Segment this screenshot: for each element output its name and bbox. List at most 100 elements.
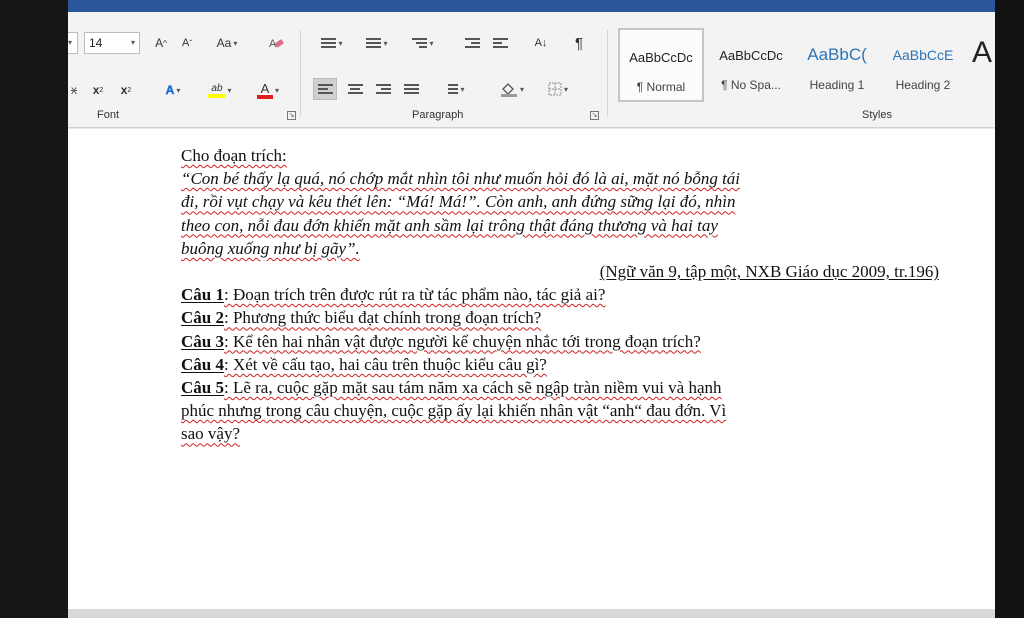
styles-group-label: Styles bbox=[862, 109, 892, 121]
borders-icon bbox=[548, 82, 562, 96]
question-label: Câu 2 bbox=[181, 308, 224, 328]
quote-text: theo con, nỗi đau đớn khiến mặt anh sầm … bbox=[181, 215, 718, 235]
bullets-icon bbox=[321, 36, 337, 50]
quote-text: đi, rồi vụt chạy và kêu thét lên: “Má! M… bbox=[181, 192, 736, 212]
style-heading-2[interactable]: AaBbCcE Heading 2 bbox=[880, 28, 966, 102]
group-separator bbox=[607, 30, 608, 116]
justify-button[interactable] bbox=[399, 78, 423, 100]
strikethrough-button[interactable]: x bbox=[68, 79, 80, 101]
font-color-button[interactable]: A ▾ bbox=[248, 79, 288, 101]
ribbon: ▾ 14 ▾ A ^ Aˇ Aa ▾ A x x 2 x 2 A ▾ ab ▾ … bbox=[68, 12, 995, 128]
align-right-icon bbox=[375, 82, 391, 96]
sort-button[interactable]: A↓ bbox=[530, 32, 552, 54]
source-citation: (Ngữ văn 9, tập một, NXB Giáo dục 2009, … bbox=[181, 260, 951, 283]
highlight-color-button[interactable]: ab ▾ bbox=[200, 79, 240, 101]
style-heading-1[interactable]: AaBbC( Heading 1 bbox=[794, 28, 880, 102]
style-name: ¶ No Spa... bbox=[721, 78, 781, 92]
align-right-button[interactable] bbox=[371, 78, 395, 100]
font-size-dropdown[interactable]: 14 ▾ bbox=[84, 32, 140, 54]
question-text: : Lẽ ra, cuộc gặp mặt sau tám năm xa các… bbox=[223, 378, 722, 398]
align-center-button[interactable] bbox=[343, 78, 367, 100]
question-text: : Xét về cấu tạo, hai câu trên thuộc kiể… bbox=[223, 354, 547, 374]
superscript-glyph: x bbox=[120, 83, 128, 97]
style-sample: AaBbCcDc bbox=[719, 48, 783, 63]
question-line: Câu 5: Lẽ ra, cuộc gặp mặt sau tám năm x… bbox=[181, 376, 951, 399]
intro-line: Cho đoạn trích: bbox=[181, 144, 951, 167]
borders-button[interactable]: ▾ bbox=[538, 78, 578, 100]
highlight-glyph: ab bbox=[211, 82, 223, 94]
font-name-dropdown-arrow[interactable]: ▾ bbox=[68, 32, 78, 54]
font-group-label: Font bbox=[97, 109, 120, 121]
question-continuation: phúc nhưng trong câu chuyện, cuộc gặp ấy… bbox=[181, 399, 951, 422]
align-center-icon bbox=[347, 82, 363, 96]
sort-icon: A↓ bbox=[534, 37, 548, 49]
style-name: Heading 2 bbox=[895, 78, 951, 92]
font-dialog-launcher[interactable]: ↘ bbox=[287, 111, 296, 120]
chevron-down-icon: ▾ bbox=[130, 38, 135, 47]
screen-bezel-left bbox=[0, 0, 68, 618]
question-label: Câu 5 bbox=[181, 378, 224, 398]
multilevel-list-icon bbox=[412, 36, 428, 50]
question-text: : Đoạn trích trên được rút ra từ tác phẩ… bbox=[223, 285, 606, 305]
subscript-glyph: x bbox=[92, 83, 100, 97]
question-continuation: sao vậy? bbox=[181, 422, 951, 445]
page-gap bbox=[68, 609, 995, 618]
line-spacing-icon bbox=[443, 82, 459, 96]
strikethrough-glyph: x bbox=[71, 83, 77, 97]
align-left-icon bbox=[317, 82, 333, 96]
style-name: ¶ Normal bbox=[636, 80, 686, 94]
superscript-button[interactable]: x2 bbox=[116, 79, 136, 101]
style-title-partial[interactable]: A bbox=[972, 36, 995, 70]
numbering-icon bbox=[366, 36, 382, 50]
change-case-label: Aa bbox=[216, 36, 232, 50]
screen: ▾ 14 ▾ A ^ Aˇ Aa ▾ A x x 2 x 2 A ▾ ab ▾ … bbox=[0, 0, 1024, 618]
line-spacing-button[interactable]: ▾ bbox=[434, 78, 474, 100]
paragraph-dialog-launcher[interactable]: ↘ bbox=[590, 111, 599, 120]
style-sample: AaBbCcDc bbox=[629, 50, 693, 65]
document-body[interactable]: Cho đoạn trích: “Con bé thấy lạ quá, nó … bbox=[181, 144, 951, 446]
group-separator bbox=[300, 30, 301, 116]
paragraph-group-label: Paragraph bbox=[412, 109, 464, 121]
styles-gallery: AaBbCcDc ¶ Normal AaBbCcDc ¶ No Spa... A… bbox=[616, 28, 995, 106]
numbering-button[interactable]: ▾ bbox=[358, 32, 396, 54]
question-line: Câu 1: Đoạn trích trên được rút ra từ tá… bbox=[181, 283, 951, 306]
question-line: Câu 2: Phương thức biểu đạt chính trong … bbox=[181, 306, 951, 329]
font-color-glyph: A bbox=[260, 80, 270, 96]
show-formatting-button[interactable]: ¶ bbox=[568, 32, 590, 54]
decrease-indent-icon bbox=[464, 36, 480, 50]
quote-line: theo con, nỗi đau đớn khiến mặt anh sầm … bbox=[181, 214, 951, 237]
document-page[interactable]: Cho đoạn trích: “Con bé thấy lạ quá, nó … bbox=[68, 129, 995, 609]
source-text: (Ngữ văn 9, tập một, NXB Giáo dục 2009, … bbox=[599, 262, 939, 282]
style-normal[interactable]: AaBbCcDc ¶ Normal bbox=[618, 28, 704, 102]
word-window: ▾ 14 ▾ A ^ Aˇ Aa ▾ A x x 2 x 2 A ▾ ab ▾ … bbox=[68, 0, 995, 618]
question-label: Câu 1 bbox=[181, 285, 224, 305]
clear-formatting-button[interactable]: A bbox=[266, 32, 286, 54]
style-sample: AaBbC( bbox=[807, 45, 867, 64]
question-line: Câu 3: Kể tên hai nhân vật được người kể… bbox=[181, 330, 951, 353]
quote-text: buông xuống như bị gãy”. bbox=[181, 238, 360, 258]
pilcrow-icon: ¶ bbox=[574, 34, 584, 52]
grow-font-glyph: A bbox=[155, 36, 164, 50]
subscript-button[interactable]: x2 bbox=[88, 79, 108, 101]
bullets-button[interactable]: ▾ bbox=[313, 32, 351, 54]
style-no-spacing[interactable]: AaBbCcDc ¶ No Spa... bbox=[708, 28, 794, 102]
quote-line: “Con bé thấy lạ quá, nó chớp mắt nhìn tô… bbox=[181, 167, 951, 190]
justify-icon bbox=[403, 82, 419, 96]
eraser-icon: A bbox=[269, 38, 284, 50]
question-text: : Kể tên hai nhân vật được người kể chuy… bbox=[223, 331, 701, 351]
align-left-button[interactable] bbox=[313, 78, 337, 100]
question-text: sao vậy? bbox=[181, 424, 241, 444]
multilevel-list-button[interactable]: ▾ bbox=[403, 32, 443, 54]
text-effects-button[interactable]: A ▾ bbox=[156, 79, 190, 101]
grow-font-button[interactable]: A ^ bbox=[150, 32, 172, 54]
shading-button[interactable]: ▾ bbox=[492, 78, 532, 100]
increase-indent-button[interactable] bbox=[488, 32, 512, 54]
screen-bezel-right bbox=[995, 0, 1024, 618]
shrink-font-button[interactable]: Aˇ bbox=[176, 32, 198, 54]
decrease-indent-button[interactable] bbox=[460, 32, 484, 54]
quote-line: đi, rồi vụt chạy và kêu thét lên: “Má! M… bbox=[181, 190, 951, 213]
text-effects-icon: A bbox=[165, 83, 175, 98]
question-line: Câu 4: Xét về cấu tạo, hai câu trên thuộ… bbox=[181, 353, 951, 376]
change-case-button[interactable]: Aa ▾ bbox=[210, 32, 244, 54]
question-text: phúc nhưng trong câu chuyện, cuộc gặp ấy… bbox=[181, 401, 727, 421]
